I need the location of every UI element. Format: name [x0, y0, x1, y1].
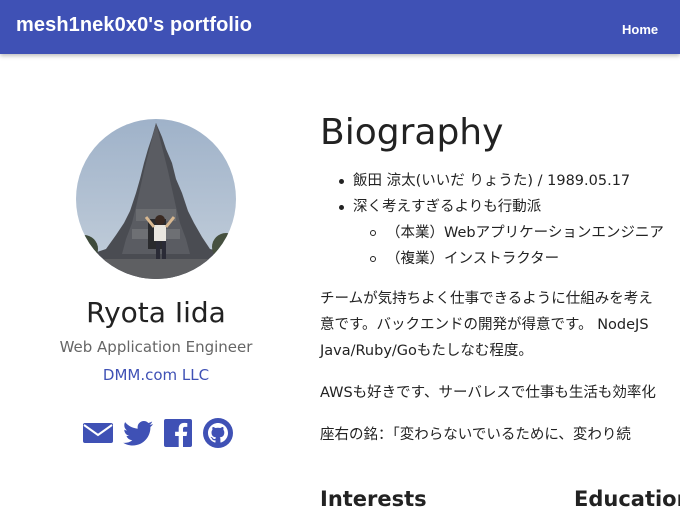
biography-list: 飯田 涼太(いいだ りょうた) / 1989.05.17 深く考えすぎるよりも行…: [339, 168, 664, 272]
envelope-icon[interactable]: [82, 417, 114, 449]
avatar-photo: [76, 119, 236, 279]
github-icon[interactable]: [202, 417, 234, 449]
biography-heading: Biography: [320, 112, 504, 153]
facebook-icon[interactable]: [162, 417, 194, 449]
twitter-icon[interactable]: [122, 417, 154, 449]
top-navbar: mesh1nek0x0's portfolio Home P: [0, 0, 680, 54]
site-brand-link[interactable]: mesh1nek0x0's portfolio: [16, 14, 252, 37]
profile-role: Web Application Engineer: [59, 338, 253, 356]
bio-paragraph-1: チームが気持ちよく仕事できるように仕組みを考え 意です。バックエンドの開発が得意…: [320, 286, 653, 364]
bio-paragraph-3: 座右の銘：「変わらないでいるために、変わり続: [320, 427, 631, 443]
profile-organization-link[interactable]: DMM.com LLC: [40, 366, 272, 384]
bio-item-personality: 深く考えすぎるよりも行動派: [339, 194, 664, 220]
education-heading: Education: [574, 487, 680, 511]
bio-paragraph-2: AWSも好きです、サーバレスで仕事も生活も効率化: [320, 385, 656, 401]
bio-paragraph-1-line-2: 意です。バックエンドの開発が得意です。 NodeJS: [320, 317, 649, 333]
bio-item-name-birthdate: 飯田 涼太(いいだ りょうた) / 1989.05.17: [339, 168, 664, 194]
bio-subitem-main-job: （本業）Webアプリケーションエンジニア: [353, 220, 664, 246]
bio-subitem-side-job: （複業）インストラクター: [353, 246, 664, 272]
biography-section: Biography 飯田 涼太(いいだ りょうた) / 1989.05.17 深…: [320, 112, 680, 511]
social-links: [82, 417, 234, 449]
profile-avatar: [76, 119, 236, 279]
interests-heading: Interests: [320, 487, 427, 511]
nav-link-home[interactable]: Home: [622, 22, 658, 37]
bio-paragraph-1-line-3: Java/Ruby/Goもたしなむ程度。: [320, 343, 533, 359]
profile-name: Ryota Iida: [86, 296, 226, 329]
nav-links: Home P: [622, 19, 680, 38]
bio-paragraph-1-line-1: チームが気持ちよく仕事できるように仕組みを考え: [320, 291, 653, 307]
